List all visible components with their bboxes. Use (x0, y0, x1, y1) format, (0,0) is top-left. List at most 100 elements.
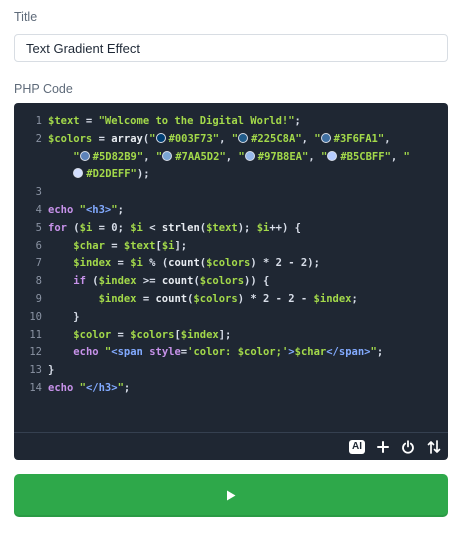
code-line[interactable]: 8 if ($index >= count($colors)) { (14, 273, 448, 291)
code-line[interactable]: 1 $text = "Welcome to the Digital World!"… (14, 113, 448, 131)
line-number: 7 (35, 257, 42, 270)
line-number (14, 149, 48, 167)
code-token: >= (136, 275, 162, 288)
code-editor[interactable]: 1 $text = "Welcome to the Digital World!"… (14, 103, 448, 460)
code-token: echo (73, 346, 99, 359)
editor-toolbar: AI (14, 432, 448, 460)
code-line[interactable]: 2 $colors = array(" #003F73", " #225C8A", "… (14, 131, 448, 149)
code-token: , (225, 150, 239, 163)
code-token: <h3> (85, 203, 112, 216)
code-token: $text (48, 115, 80, 127)
code-token: ;' (275, 346, 289, 359)
code-token: , (143, 150, 156, 163)
line-number (14, 166, 48, 184)
code-line[interactable]: 12 echo "<span style='color: $color;'>$c… (14, 344, 448, 362)
code-line[interactable]: 3 (14, 184, 448, 202)
code-token: #D2DEFF" (86, 168, 137, 181)
run-button[interactable] (14, 474, 448, 517)
code-token: $index (313, 292, 352, 305)
code-token: ); (136, 168, 150, 181)
code-token: array (111, 132, 143, 145)
line-number: 6 (35, 239, 42, 252)
code-token: count (168, 257, 200, 270)
code-line[interactable]: 9 $index = count($colors) * 2 - 2 - $ind… (14, 291, 448, 309)
line-content: $colors = array(" #003F73", " #225C8A", " #… (48, 131, 391, 149)
sort-button[interactable] (427, 439, 441, 454)
code-line[interactable]: 13} (14, 362, 448, 380)
code-token: #225C8A" (251, 132, 302, 145)
php-code-label: PHP Code (14, 82, 73, 96)
code-token: = 0; (92, 221, 131, 234)
code-token: </span> (326, 346, 371, 359)
code-line[interactable]: #D2DEFF"); (14, 166, 448, 184)
code-token: , (301, 132, 315, 145)
color-swatch[interactable] (320, 132, 331, 143)
code-token: ]; (174, 239, 188, 252)
color-swatch[interactable] (244, 150, 255, 161)
code-token: $colors (130, 328, 175, 341)
code-token: )) { (244, 275, 270, 288)
code-token: strlen (161, 221, 200, 234)
code-token: $color (73, 328, 112, 341)
code-line[interactable]: 14 echo "</h3>"; (14, 380, 448, 398)
code-token: ); (237, 221, 257, 234)
line-number: 12 (29, 346, 42, 359)
code-token: echo (48, 381, 74, 394)
code-token: ; (351, 292, 358, 305)
code-token: style (149, 346, 181, 359)
code-token: = (111, 257, 131, 270)
line-number: 8 (35, 275, 42, 288)
code-token: #5D82B9" (92, 150, 144, 163)
code-line[interactable]: " #5D82B9", " #7AA5D2", " #97B8EA", " #B5CBF… (14, 149, 448, 167)
play-icon (227, 490, 236, 501)
code-token: " (238, 150, 245, 163)
line-content: } (48, 362, 54, 380)
code-token: $index (73, 257, 112, 270)
code-token: , (384, 132, 391, 145)
code-token: "Welcome to the Digital World!" (98, 115, 295, 127)
sort-arrows-icon (427, 439, 441, 454)
code-line[interactable]: 7 $index = $i % (count($colors) * 2 - 2)… (14, 255, 448, 273)
line-number: 4 (35, 203, 42, 216)
color-swatch[interactable] (327, 150, 338, 161)
title-input[interactable] (14, 34, 448, 62)
code-token: ; (117, 203, 124, 216)
color-swatch[interactable] (73, 168, 84, 179)
line-content: echo "<h3>"; (48, 202, 124, 220)
code-token: $index (180, 328, 219, 341)
code-token: , (390, 150, 404, 163)
line-number: 13 (29, 364, 42, 377)
color-swatch[interactable] (155, 132, 166, 143)
code-line[interactable]: 5 for ($i = 0; $i < strlen($text); $i++) … (14, 220, 448, 238)
line-content: $color = $colors[$index]; (48, 327, 231, 345)
code-token: $text (206, 221, 238, 234)
code-token: = (79, 115, 99, 127)
line-number: 11 (29, 328, 42, 341)
line-content: } (48, 309, 79, 327)
code-token: $i (79, 221, 93, 234)
code-token: " (403, 150, 410, 163)
power-button[interactable] (401, 439, 415, 454)
code-line[interactable]: 11 $color = $colors[$index]; (14, 327, 448, 345)
line-number: 1 (35, 115, 42, 127)
code-token: " (314, 132, 321, 145)
ai-button[interactable]: AI (349, 439, 365, 454)
code-token: #97B8EA" (257, 150, 309, 163)
code-lines[interactable]: 1 $text = "Welcome to the Digital World!"… (14, 113, 448, 398)
code-line[interactable]: 6 $char = $text[$i]; (14, 238, 448, 256)
code-line[interactable]: 10 } (14, 309, 448, 327)
code-token: $index (98, 275, 137, 288)
color-swatch[interactable] (162, 150, 173, 161)
add-button[interactable] (377, 440, 389, 453)
color-swatch[interactable] (238, 132, 249, 143)
code-token: 'color: (187, 346, 238, 359)
line-number: 10 (29, 310, 42, 323)
line-content: echo "</h3>"; (48, 380, 130, 398)
line-content: " #5D82B9", " #7AA5D2", " #97B8EA", " #B5CBF… (48, 149, 410, 167)
color-swatch[interactable] (79, 150, 90, 161)
code-line[interactable]: 4 echo "<h3>"; (14, 202, 448, 220)
line-content: $text = "Welcome to the Digital World!"; (48, 113, 301, 131)
